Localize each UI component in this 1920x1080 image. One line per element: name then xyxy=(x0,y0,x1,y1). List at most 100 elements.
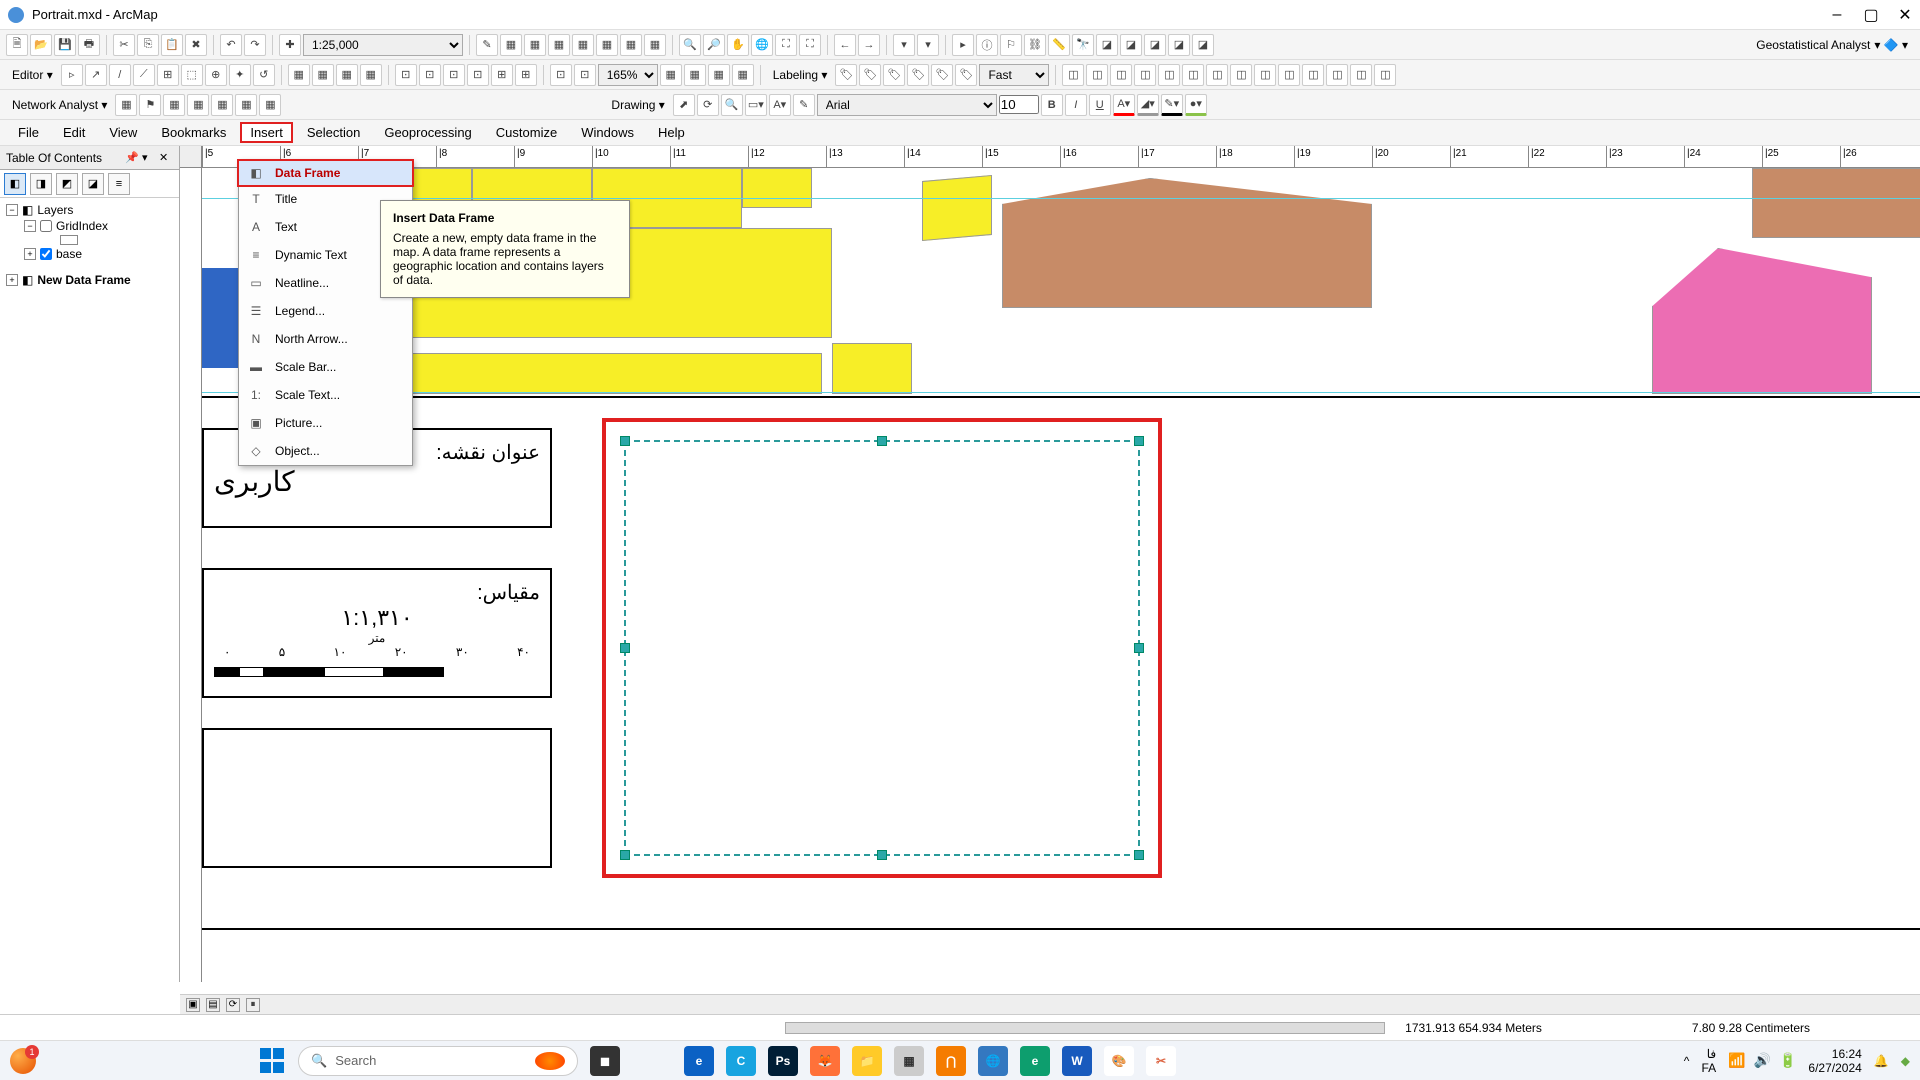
resize-handle-w[interactable] xyxy=(620,643,630,653)
fast-combo[interactable]: Fast xyxy=(979,64,1049,86)
fixed-zoom-icon[interactable]: ⛶ xyxy=(799,34,821,56)
pan-icon[interactable]: ✋ xyxy=(727,34,749,56)
resize-handle-n[interactable] xyxy=(877,436,887,446)
edit-tool-icon[interactable]: ▹ xyxy=(61,64,83,86)
na-icon[interactable]: ▦ xyxy=(259,94,281,116)
bold-button[interactable]: B xyxy=(1041,94,1063,116)
snap-icon[interactable]: ⊡ xyxy=(419,64,441,86)
zoom-out-icon[interactable]: 🔎 xyxy=(703,34,725,56)
new-data-frame[interactable]: +◧New Data Frame xyxy=(6,272,173,288)
snap-icon[interactable]: ⊞ xyxy=(515,64,537,86)
snap-icon[interactable]: ⊡ xyxy=(395,64,417,86)
edit-tool-icon[interactable]: ⬚ xyxy=(181,64,203,86)
taskbar-app[interactable]: ◼ xyxy=(590,1046,620,1076)
menu-insert[interactable]: Insert xyxy=(240,122,293,143)
copy-button[interactable]: ⎘ xyxy=(137,34,159,56)
save-button[interactable]: 💾 xyxy=(54,34,76,56)
na-icon[interactable]: ⚑ xyxy=(139,94,161,116)
resize-handle-se[interactable] xyxy=(1134,850,1144,860)
base-layer[interactable]: +base xyxy=(6,246,173,262)
rect-icon[interactable]: ▭▾ xyxy=(745,94,767,116)
resize-handle-s[interactable] xyxy=(877,850,887,860)
editor-toolbar-icon[interactable]: ✎ xyxy=(476,34,498,56)
wifi-icon[interactable]: 📶 xyxy=(1728,1052,1745,1069)
toolbar-icon[interactable]: ▾ xyxy=(917,34,939,56)
na-icon[interactable]: ▦ xyxy=(211,94,233,116)
list-by-source-icon[interactable]: ◨ xyxy=(30,173,52,195)
paste-button[interactable]: 📋 xyxy=(161,34,183,56)
menu-selection[interactable]: Selection xyxy=(297,122,370,143)
snap-icon[interactable]: ⊞ xyxy=(491,64,513,86)
layers-root[interactable]: −◧Layers xyxy=(6,202,173,218)
menu-file[interactable]: File xyxy=(8,122,49,143)
fontsize-input[interactable] xyxy=(999,95,1039,114)
snap-icon[interactable]: ⊡ xyxy=(443,64,465,86)
cut-button[interactable]: ✂ xyxy=(113,34,135,56)
empty-layout-element[interactable] xyxy=(202,728,552,868)
options-icon[interactable]: ≡ xyxy=(108,173,130,195)
resize-handle-nw[interactable] xyxy=(620,436,630,446)
copilot-icon[interactable]: ◆ xyxy=(1901,1054,1910,1068)
toolbar-icon[interactable]: ◫ xyxy=(1062,64,1084,86)
toolbar-icon[interactable]: ▦ xyxy=(548,34,570,56)
italic-button[interactable]: I xyxy=(1065,94,1087,116)
toolbar-icon[interactable]: ◫ xyxy=(1230,64,1252,86)
toolbar-icon[interactable]: ◫ xyxy=(1086,64,1108,86)
scrollbar[interactable] xyxy=(785,1022,1385,1034)
toolbar-icon[interactable]: ◫ xyxy=(1206,64,1228,86)
gridindex-layer[interactable]: −GridIndex xyxy=(6,218,173,234)
language-indicator[interactable]: فاFA xyxy=(1701,1047,1716,1075)
rotate-icon[interactable]: ⟳ xyxy=(697,94,719,116)
resize-handle-e[interactable] xyxy=(1134,643,1144,653)
edit-tool-icon[interactable]: ⊞ xyxy=(157,64,179,86)
na-icon[interactable]: ▦ xyxy=(235,94,257,116)
select-icon[interactable]: ▸ xyxy=(952,34,974,56)
weather-orb[interactable]: 1 xyxy=(10,1048,36,1074)
network-analyst-menu[interactable]: Network Analyst ▾ xyxy=(6,98,113,112)
toolbar-icon[interactable]: ◪ xyxy=(1192,34,1214,56)
menu-edit[interactable]: Edit xyxy=(53,122,95,143)
start-button[interactable] xyxy=(260,1048,286,1074)
snip-icon[interactable]: ✂ xyxy=(1146,1046,1176,1076)
toolbar-icon[interactable]: ▦ xyxy=(500,34,522,56)
explorer-icon[interactable]: 📁 xyxy=(852,1046,882,1076)
toolbar-icon[interactable]: ▦ xyxy=(596,34,618,56)
na-icon[interactable]: ▦ xyxy=(115,94,137,116)
toolbar-icon[interactable]: ⊡ xyxy=(550,64,572,86)
taskbar-search[interactable]: 🔍 Search xyxy=(298,1046,578,1076)
find-icon[interactable]: 🔭 xyxy=(1072,34,1094,56)
toolbar-icon[interactable]: ⛓ xyxy=(1024,34,1046,56)
na-icon[interactable]: ▦ xyxy=(187,94,209,116)
menu-item-data-frame[interactable]: ◧Data Frame xyxy=(237,159,414,187)
toolbar-icon[interactable]: ▦ xyxy=(572,34,594,56)
editor-menu[interactable]: Editor ▾ xyxy=(6,68,59,82)
selected-data-frame[interactable] xyxy=(602,418,1162,878)
toolbar-icon[interactable]: ▦ xyxy=(644,34,666,56)
edit-tool-icon[interactable]: ↗ xyxy=(85,64,107,86)
toolbar-icon[interactable]: ▦ xyxy=(684,64,706,86)
close-button[interactable]: ✕ xyxy=(1898,8,1912,22)
fill-color-icon[interactable]: ◢▾ xyxy=(1137,94,1159,116)
open-button[interactable]: 📂 xyxy=(30,34,52,56)
toolbar-icon[interactable]: ▦ xyxy=(660,64,682,86)
list-by-selection-icon[interactable]: ◪ xyxy=(82,173,104,195)
scale-element[interactable]: مقیاس: ۱:۱,۳۱۰ متر ۰۵۱۰۲۰۳۰۴۰ xyxy=(202,568,552,698)
app-icon[interactable]: ⋂ xyxy=(936,1046,966,1076)
app-icon[interactable]: e xyxy=(1020,1046,1050,1076)
menu-item-scale-bar-[interactable]: ▬Scale Bar... xyxy=(239,353,412,381)
back-button[interactable]: ← xyxy=(834,34,856,56)
toolbar-icon[interactable]: ◫ xyxy=(1278,64,1300,86)
labeling-menu[interactable]: Labeling ▾ xyxy=(767,68,834,82)
edit-tool-icon[interactable]: ✦ xyxy=(229,64,251,86)
toolbar-icon[interactable]: ◫ xyxy=(1374,64,1396,86)
snap-icon[interactable]: ⊡ xyxy=(467,64,489,86)
close-icon[interactable]: ✕ xyxy=(159,151,173,165)
menu-item-scale-text-[interactable]: 1:Scale Text... xyxy=(239,381,412,409)
refresh-icon[interactable]: ⟳ xyxy=(226,998,240,1012)
zoom-icon[interactable]: 🔍 xyxy=(721,94,743,116)
delete-button[interactable]: ✖ xyxy=(185,34,207,56)
battery-icon[interactable]: 🔋 xyxy=(1779,1052,1796,1069)
menu-item-north-arrow-[interactable]: NNorth Arrow... xyxy=(239,325,412,353)
redo-button[interactable]: ↷ xyxy=(244,34,266,56)
firefox-icon[interactable]: 🦊 xyxy=(810,1046,840,1076)
